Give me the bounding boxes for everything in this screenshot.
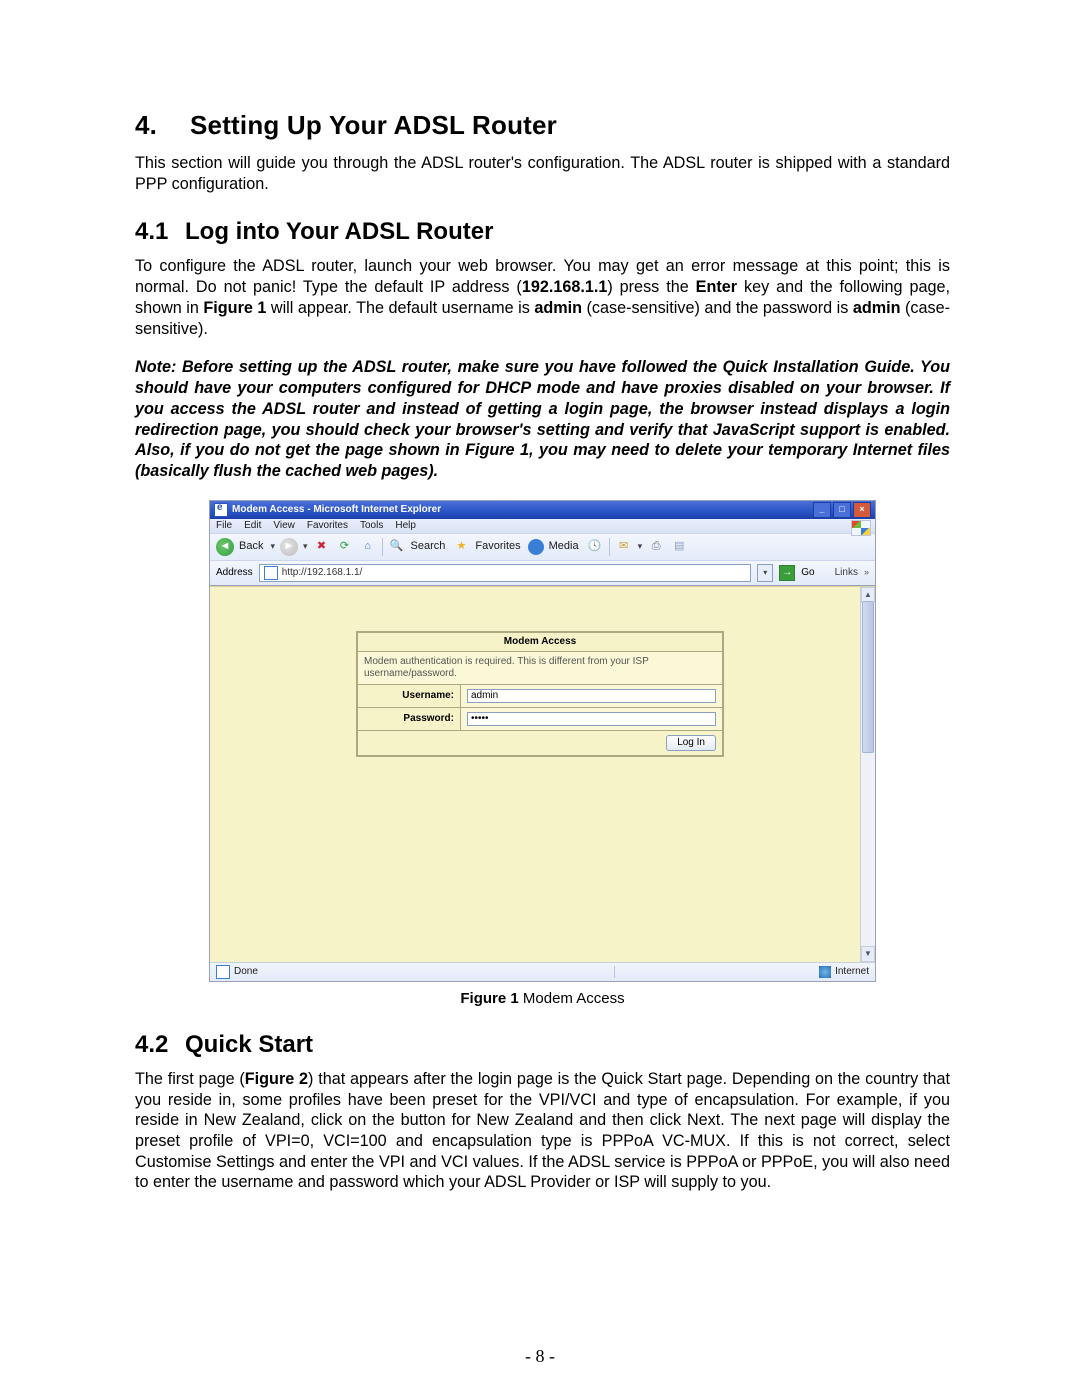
menu-favorites[interactable]: Favorites (307, 521, 348, 531)
forward-dropdown-icon[interactable]: ▾ (303, 542, 308, 551)
scrollbar-thumb[interactable] (862, 601, 874, 753)
section-4-1-note: Note: Before setting up the ADSL router,… (135, 357, 950, 481)
favorites-icon[interactable]: ★ (452, 538, 470, 556)
scroll-down-arrow-icon[interactable]: ▼ (861, 946, 875, 962)
address-dropdown-icon[interactable]: ▾ (757, 564, 773, 582)
heading-number: 4.2 (135, 1031, 185, 1059)
menu-view[interactable]: View (273, 521, 295, 531)
default-password: admin (853, 299, 901, 317)
login-button[interactable]: Log In (666, 735, 716, 751)
figure-1-screenshot: Modem Access - Microsoft Internet Explor… (209, 500, 876, 982)
heading-number: 4. (135, 110, 190, 141)
internet-zone-label: Internet (835, 967, 869, 977)
figure-ref: Figure 2 (245, 1070, 308, 1088)
status-done-icon (216, 965, 230, 979)
favorites-label[interactable]: Favorites (475, 541, 520, 552)
vertical-scrollbar[interactable]: ▲ ▼ (860, 587, 875, 962)
go-label[interactable]: Go (801, 568, 814, 578)
menu-file[interactable]: File (216, 521, 232, 531)
text-run: The first page ( (135, 1070, 245, 1088)
text-run: (case-sensitive) and the password is (582, 299, 853, 317)
toolbar-separator (382, 538, 383, 556)
mail-icon[interactable]: ✉ (615, 538, 633, 556)
username-label: Username: (358, 684, 461, 707)
internet-zone-icon (819, 966, 831, 978)
address-value: http://192.168.1.1/ (282, 568, 363, 578)
menu-edit[interactable]: Edit (244, 521, 261, 531)
go-button[interactable]: → (779, 565, 795, 581)
address-label: Address (216, 568, 253, 578)
heading-number: 4.1 (135, 218, 185, 246)
ie-content-area: Modem Access Modem authentication is req… (210, 586, 875, 962)
heading-title: Setting Up Your ADSL Router (190, 110, 557, 140)
back-button-icon[interactable]: ◄ (216, 538, 234, 556)
figure-1-text: Modem Access (519, 990, 625, 1007)
toolbar-separator (609, 538, 610, 556)
back-button-label[interactable]: Back (239, 541, 263, 552)
ie-menubar: File Edit View Favorites Tools Help (210, 519, 875, 533)
ie-window-title: Modem Access - Microsoft Internet Explor… (232, 505, 441, 515)
edit-icon[interactable]: ▤ (670, 538, 688, 556)
stop-icon[interactable]: ✖ (313, 538, 331, 556)
section-4-2-para: The first page (Figure 2) that appears a… (135, 1069, 950, 1193)
text-run: ) press the (607, 278, 695, 296)
section-4-1-para: To configure the ADSL router, launch you… (135, 256, 950, 339)
print-icon[interactable]: ⎙ (647, 538, 665, 556)
page-number: - 8 - (0, 1346, 1080, 1367)
search-icon[interactable]: 🔍 (388, 538, 406, 556)
status-done-label: Done (234, 967, 258, 977)
heading-title: Log into Your ADSL Router (185, 218, 493, 245)
forward-button-icon[interactable]: ► (280, 538, 298, 556)
home-icon[interactable]: ⌂ (359, 538, 377, 556)
ie-statusbar: Done Internet (210, 962, 875, 981)
address-input[interactable]: http://192.168.1.1/ (259, 564, 752, 582)
menu-help[interactable]: Help (395, 521, 416, 531)
section-4-intro: This section will guide you through the … (135, 153, 950, 194)
default-ip: 192.168.1.1 (522, 278, 608, 296)
windows-logo-icon (851, 520, 871, 536)
search-label[interactable]: Search (411, 541, 446, 552)
login-panel-note: Modem authentication is required. This i… (358, 651, 723, 684)
back-dropdown-icon[interactable]: ▾ (270, 542, 275, 551)
username-input[interactable]: admin (467, 689, 716, 703)
maximize-button[interactable]: □ (833, 502, 851, 518)
password-label: Password: (358, 707, 461, 730)
heading-title: Quick Start (185, 1031, 313, 1058)
ie-address-bar: Address http://192.168.1.1/ ▾ → Go Links… (210, 561, 875, 586)
figure-ref: Figure 1 (203, 299, 266, 317)
ie-toolbar: ◄ Back ▾ ► ▾ ✖ ⟳ ⌂ 🔍 Search ★ Favorites … (210, 533, 875, 561)
password-input[interactable]: ••••• (467, 712, 716, 726)
mail-dropdown-icon[interactable]: ▾ (638, 542, 643, 551)
figure-1-caption: Figure 1 Modem Access (135, 990, 950, 1007)
login-panel-title: Modem Access (358, 632, 723, 651)
key-name: Enter (696, 278, 737, 296)
heading-section-4: 4.Setting Up Your ADSL Router (135, 110, 950, 141)
statusbar-separator (614, 966, 815, 978)
media-label[interactable]: Media (549, 541, 579, 552)
default-username: admin (534, 299, 582, 317)
links-label[interactable]: Links (835, 568, 858, 578)
media-icon[interactable] (528, 539, 544, 555)
history-icon[interactable]: 🕓 (586, 538, 604, 556)
figure-1-label: Figure 1 (460, 990, 518, 1007)
menu-tools[interactable]: Tools (360, 521, 383, 531)
modem-login-panel: Modem Access Modem authentication is req… (356, 631, 724, 757)
close-button[interactable]: × (853, 502, 871, 518)
text-run: ) that appears after the login page is t… (135, 1070, 950, 1192)
document-page: 4.Setting Up Your ADSL Router This secti… (0, 0, 1080, 1397)
window-buttons: _ □ × (813, 502, 871, 518)
refresh-icon[interactable]: ⟳ (336, 538, 354, 556)
heading-section-4-2: 4.2Quick Start (135, 1031, 950, 1059)
ie-app-icon (214, 503, 228, 517)
page-icon (264, 566, 278, 580)
text-run: will appear. The default username is (266, 299, 534, 317)
links-chevron-icon[interactable]: » (864, 568, 869, 577)
minimize-button[interactable]: _ (813, 502, 831, 518)
heading-section-4-1: 4.1Log into Your ADSL Router (135, 218, 950, 246)
ie-titlebar: Modem Access - Microsoft Internet Explor… (210, 501, 875, 519)
